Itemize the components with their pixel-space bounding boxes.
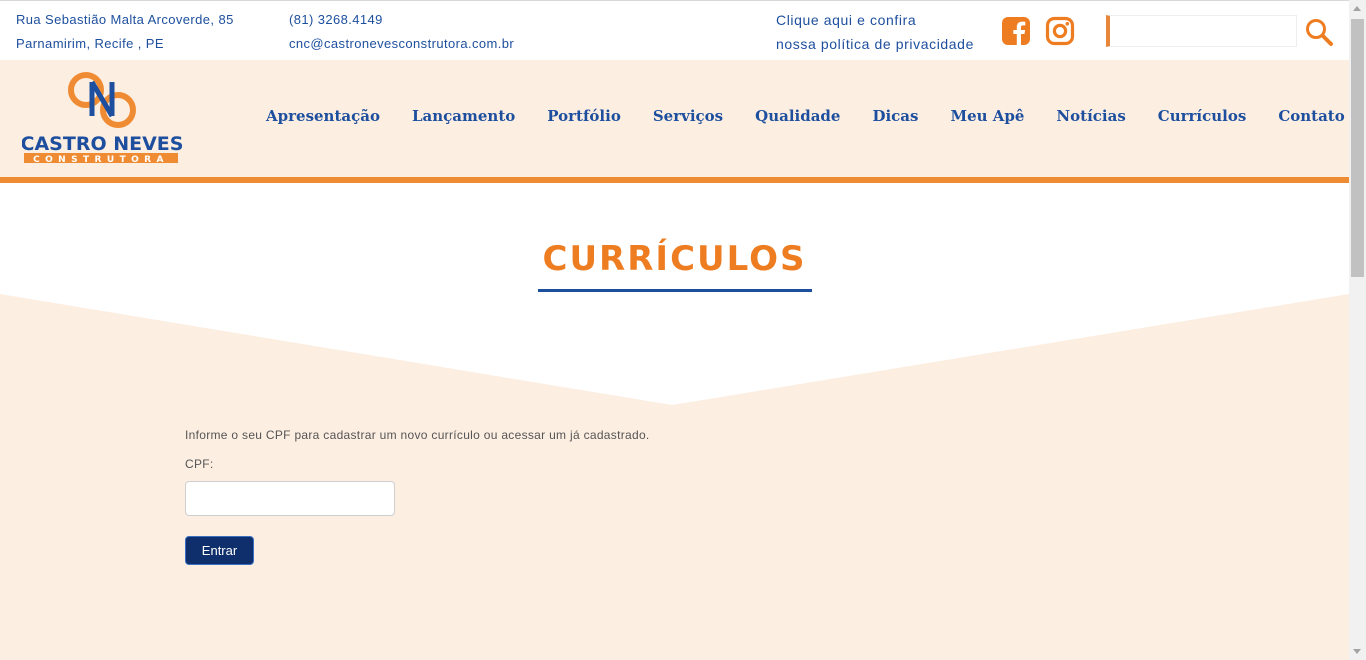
address: Rua Sebastião Malta Arcoverde, 85 Parnam… xyxy=(16,8,234,56)
search-icon[interactable] xyxy=(1304,17,1334,47)
nav-curriculos[interactable]: Currículos xyxy=(1158,107,1247,125)
phone-number[interactable]: (81) 3268.4149 xyxy=(289,8,514,32)
nav-meu-ape[interactable]: Meu Apê xyxy=(950,107,1024,125)
nav-portfolio[interactable]: Portfólio xyxy=(547,107,621,125)
address-line-1: Rua Sebastião Malta Arcoverde, 85 xyxy=(16,12,234,27)
site-header: CASTRO NEVES CONSTRUTORA Apresentação La… xyxy=(0,60,1349,178)
main-content: CURRÍCULOS Informe o seu CPF para cadast… xyxy=(0,183,1349,660)
scrollbar-thumb[interactable] xyxy=(1351,19,1364,277)
scroll-down-icon[interactable] xyxy=(1353,649,1361,654)
instagram-icon[interactable] xyxy=(1045,16,1075,46)
nav-contato[interactable]: Contato xyxy=(1278,107,1344,125)
page-scrollbar[interactable] xyxy=(1349,0,1366,660)
main-nav: Apresentação Lançamento Portfólio Serviç… xyxy=(266,107,1366,125)
cpf-instructions: Informe o seu CPF para cadastrar um novo… xyxy=(185,428,650,442)
logo-subtitle: CONSTRUTORA xyxy=(33,155,169,165)
page-title: CURRÍCULOS xyxy=(542,239,807,279)
privacy-line-2: nossa política de privacidade xyxy=(776,36,974,52)
address-line-2: Parnamirim, Recife , PE xyxy=(16,36,164,51)
search-input[interactable] xyxy=(1106,15,1297,47)
cpf-label: CPF: xyxy=(185,457,214,471)
castro-neves-logo[interactable]: CASTRO NEVES CONSTRUTORA xyxy=(22,68,182,168)
contact-info: (81) 3268.4149 cnc@castronevesconstrutor… xyxy=(289,8,514,56)
cpf-input[interactable] xyxy=(185,481,395,516)
logo-name: CASTRO NEVES xyxy=(22,133,182,155)
privacy-line-1: Clique aqui e confira xyxy=(776,12,917,28)
nav-qualidade[interactable]: Qualidade xyxy=(755,107,840,125)
nav-servicos[interactable]: Serviços xyxy=(653,107,723,125)
title-underline xyxy=(538,289,812,292)
facebook-icon[interactable] xyxy=(1001,16,1031,46)
top-bar: Rua Sebastião Malta Arcoverde, 85 Parnam… xyxy=(0,0,1349,60)
nav-lancamento[interactable]: Lançamento xyxy=(412,107,515,125)
scroll-up-icon[interactable] xyxy=(1353,6,1361,11)
privacy-policy-link[interactable]: Clique aqui e confira nossa política de … xyxy=(776,8,974,56)
enter-button[interactable]: Entrar xyxy=(185,536,254,565)
nav-apresentacao[interactable]: Apresentação xyxy=(266,107,380,125)
background-wedge xyxy=(0,183,1349,405)
email-link[interactable]: cnc@castronevesconstrutora.com.br xyxy=(289,32,514,56)
nav-dicas[interactable]: Dicas xyxy=(872,107,918,125)
nav-noticias[interactable]: Notícias xyxy=(1056,107,1125,125)
